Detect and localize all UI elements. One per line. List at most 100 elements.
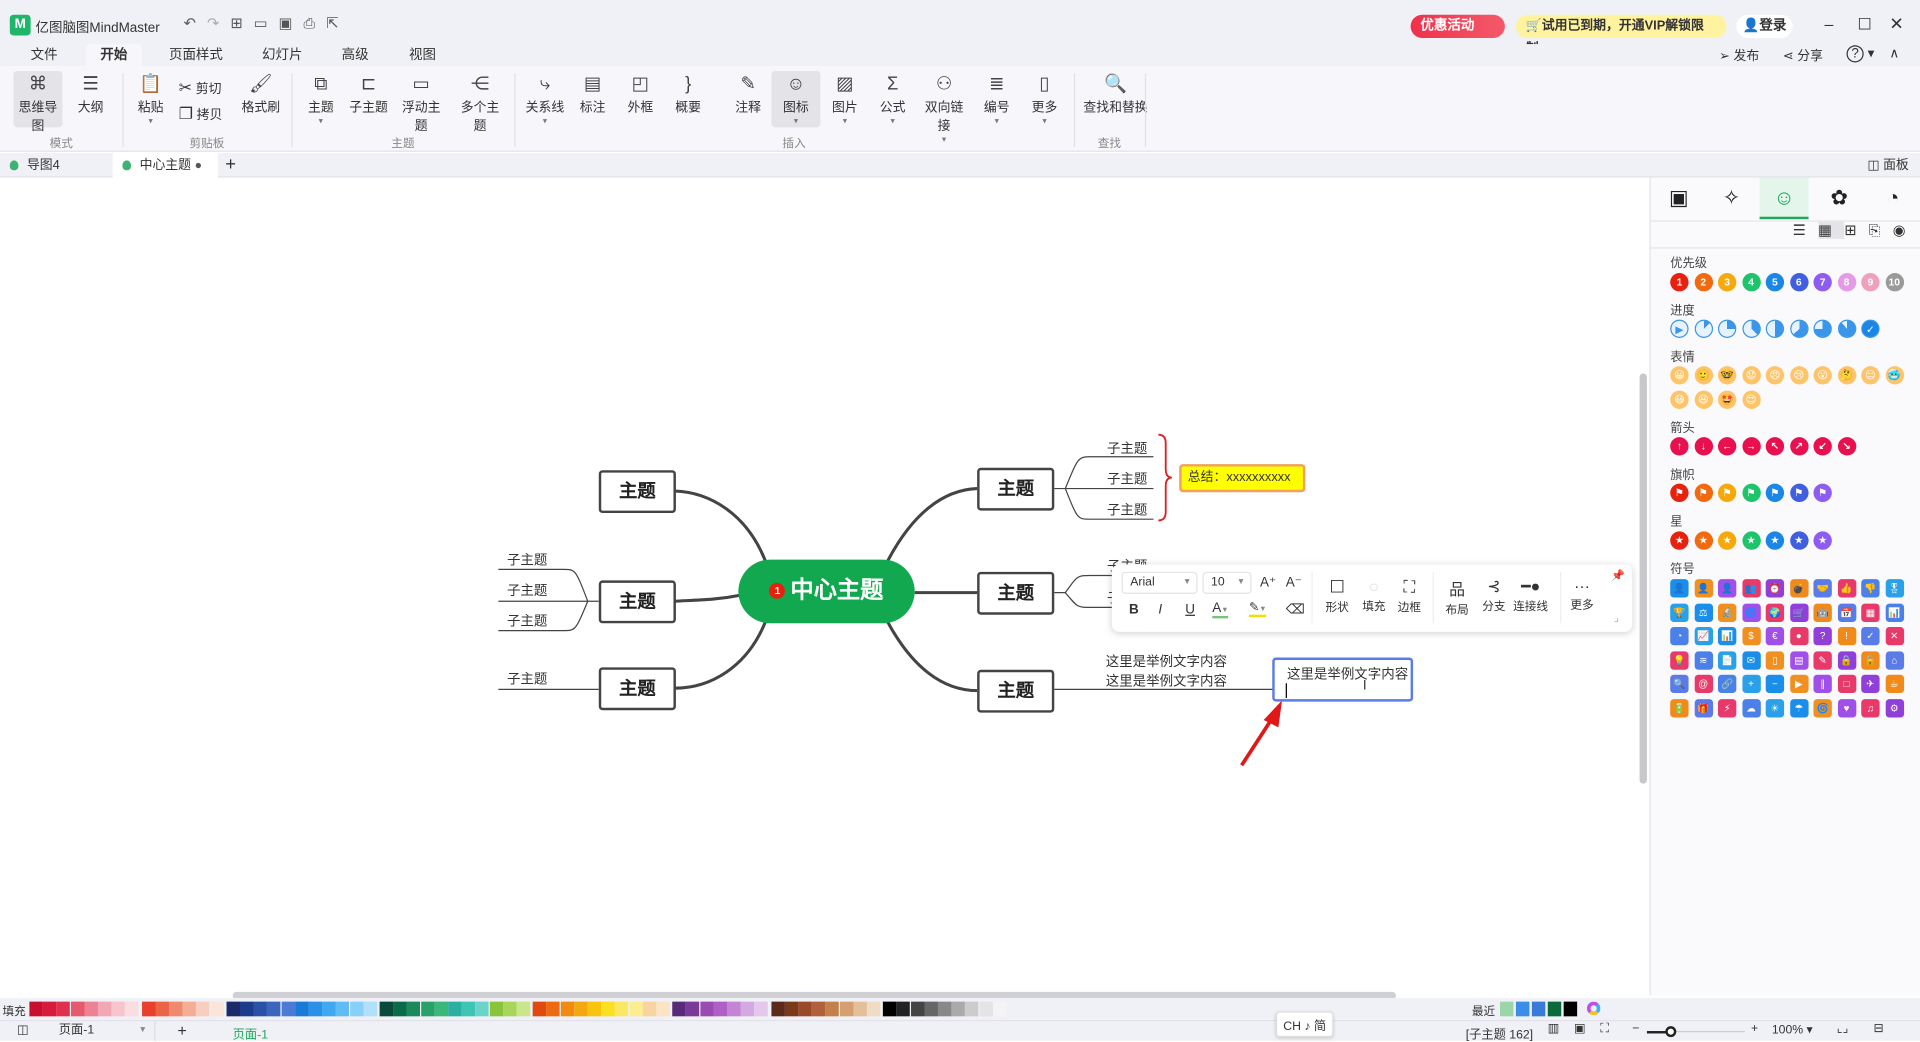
color-swatch[interactable] — [937, 1001, 952, 1017]
custom-icon-icon[interactable]: ⎘ — [1869, 222, 1893, 239]
symbol-icon[interactable]: 🌀 — [1741, 603, 1761, 622]
symbol-icon[interactable]: ▤ — [1789, 650, 1808, 670]
color-swatch[interactable] — [587, 1001, 602, 1017]
presentation-icon[interactable]: ⊟ — [1873, 1022, 1883, 1035]
color-swatch[interactable] — [56, 1001, 71, 1017]
color-swatch[interactable] — [461, 1001, 476, 1017]
font-color-button[interactable]: A▼ — [1212, 601, 1229, 619]
symbol-icon[interactable]: ⚙ — [1885, 698, 1904, 717]
color-swatch[interactable] — [713, 1001, 728, 1017]
arrow-icon[interactable]: ↘ — [1837, 437, 1856, 456]
color-swatch[interactable] — [489, 1001, 503, 1017]
color-swatch[interactable] — [560, 1001, 574, 1017]
summary-node[interactable]: 总结：xxxxxxxxxx — [1179, 464, 1306, 493]
symbol-icon[interactable]: ⚖ — [1694, 603, 1713, 622]
symbol-icon[interactable]: 👤 — [1717, 579, 1737, 598]
book-view-icon[interactable]: ▥ — [1548, 1022, 1574, 1035]
color-swatch[interactable] — [97, 1001, 112, 1017]
symbol-icon[interactable]: 📈 — [1694, 626, 1713, 646]
topic-node[interactable]: 主题 — [977, 467, 1055, 511]
symbol-icon[interactable]: 🏆 — [1670, 603, 1689, 622]
color-swatch[interactable] — [420, 1001, 435, 1017]
underline-button[interactable]: U — [1185, 602, 1195, 617]
symbol-icon[interactable]: ▶ — [1789, 674, 1808, 694]
font-grow-button[interactable]: A⁺ — [1260, 574, 1276, 591]
color-swatch[interactable] — [896, 1001, 911, 1017]
subtopic-node[interactable]: 子主题 — [1107, 500, 1147, 520]
central-topic[interactable]: 1 中心主题 — [738, 559, 915, 624]
progress-5-icon[interactable] — [1789, 319, 1808, 338]
color-swatch[interactable] — [992, 1001, 1007, 1017]
emotion-icon[interactable]: 😠 — [1765, 366, 1785, 385]
emotion-icon[interactable]: 🤩 — [1717, 390, 1737, 409]
arrow-icon[interactable]: ↗ — [1789, 437, 1808, 456]
color-swatch[interactable] — [168, 1001, 183, 1017]
recent-color-swatch[interactable] — [1515, 1001, 1530, 1017]
flag-icon[interactable]: ⚑ — [1741, 483, 1761, 503]
bold-button[interactable]: B — [1129, 602, 1139, 617]
color-swatch[interactable] — [379, 1001, 394, 1017]
emotion-icon[interactable]: 🙂 — [1694, 366, 1713, 385]
color-swatch[interactable] — [434, 1001, 448, 1017]
symbol-icon[interactable]: 💡 — [1670, 650, 1689, 670]
progress-8-icon[interactable]: ✓ — [1861, 319, 1880, 338]
page-select[interactable]: 页面-1 ▼ — [51, 1021, 156, 1041]
color-swatch[interactable] — [226, 1001, 240, 1017]
recent-color-swatch[interactable] — [1531, 1001, 1546, 1017]
symbol-icon[interactable]: ≋ — [1694, 650, 1713, 670]
color-wheel-icon[interactable] — [1586, 1001, 1601, 1016]
symbol-icon[interactable]: ▦ — [1861, 603, 1880, 622]
fit-page-icon[interactable]: ▣ — [1574, 1022, 1600, 1035]
color-swatch[interactable] — [601, 1001, 615, 1017]
color-swatch[interactable] — [125, 1001, 139, 1017]
color-swatch[interactable] — [546, 1001, 561, 1017]
collapse-ribbon-icon[interactable]: ∧ — [1889, 45, 1899, 62]
panel-tab-ai[interactable]: ✧ — [1707, 178, 1756, 220]
symbol-icon[interactable]: 💣 — [1789, 579, 1808, 598]
color-swatch[interactable] — [628, 1001, 643, 1017]
minimize-button[interactable]: – — [1824, 15, 1833, 33]
fill-button[interactable]: ○ 填充 — [1359, 577, 1388, 614]
color-swatch[interactable] — [615, 1001, 629, 1017]
star-icon[interactable]: ★ — [1670, 531, 1689, 550]
color-swatch[interactable] — [866, 1001, 881, 1017]
emotion-icon[interactable]: 🤔 — [1837, 366, 1856, 385]
subtopic-node[interactable]: 这里是举例文字内容 — [1106, 651, 1227, 671]
shape-button[interactable]: ☐ 形状 — [1322, 577, 1351, 615]
star-icon[interactable]: ★ — [1789, 531, 1808, 550]
vertical-scrollbar[interactable] — [1639, 373, 1647, 784]
color-swatch[interactable] — [853, 1001, 867, 1017]
color-swatch[interactable] — [798, 1001, 812, 1017]
color-swatch[interactable] — [393, 1001, 407, 1017]
symbol-icon[interactable]: € — [1765, 626, 1785, 646]
topic-node[interactable]: 主题 — [598, 470, 676, 514]
symbol-icon[interactable]: 🛒 — [1789, 603, 1808, 622]
more-button[interactable]: ··· 更多 — [1567, 577, 1596, 613]
branch-button[interactable]: ⊰ 分支 — [1479, 577, 1508, 614]
symbol-icon[interactable]: ♥ — [1837, 698, 1856, 717]
panel-tab-clipart[interactable]: ✿ — [1815, 178, 1864, 220]
grid-view-icon[interactable]: ▦ — [1818, 221, 1845, 239]
zoom-in-button[interactable]: + — [1751, 1022, 1758, 1035]
color-swatch[interactable] — [699, 1001, 714, 1017]
progress-6-icon[interactable] — [1813, 319, 1832, 338]
arrow-icon[interactable]: ↓ — [1694, 437, 1713, 456]
color-swatch[interactable] — [784, 1001, 799, 1017]
flag-icon[interactable]: ⚑ — [1765, 483, 1785, 503]
add-icon-icon[interactable]: ⊞ — [1844, 222, 1869, 239]
color-swatch[interactable] — [951, 1001, 966, 1017]
symbol-icon[interactable]: ▯ — [1765, 650, 1785, 670]
symbol-icon[interactable]: ☀ — [1765, 698, 1785, 717]
topic-node[interactable]: 主题 — [598, 667, 676, 711]
color-swatch[interactable] — [825, 1001, 840, 1017]
collapse-corner-icon[interactable]: ⌟ — [1614, 611, 1619, 624]
fit-icon[interactable]: ⌞⌟ — [1837, 1022, 1848, 1035]
priority-9-icon[interactable]: 9 — [1861, 273, 1880, 292]
close-button[interactable]: ✕ — [1889, 13, 1903, 34]
symbol-icon[interactable]: 🔗 — [1717, 674, 1737, 694]
eye-icon[interactable]: ◉ — [1893, 222, 1918, 239]
symbol-icon[interactable]: 🤝 — [1813, 579, 1832, 598]
emotion-icon[interactable]: 😮 — [1813, 366, 1832, 385]
star-icon[interactable]: ★ — [1813, 531, 1832, 550]
symbol-icon[interactable]: 👎 — [1861, 579, 1880, 598]
